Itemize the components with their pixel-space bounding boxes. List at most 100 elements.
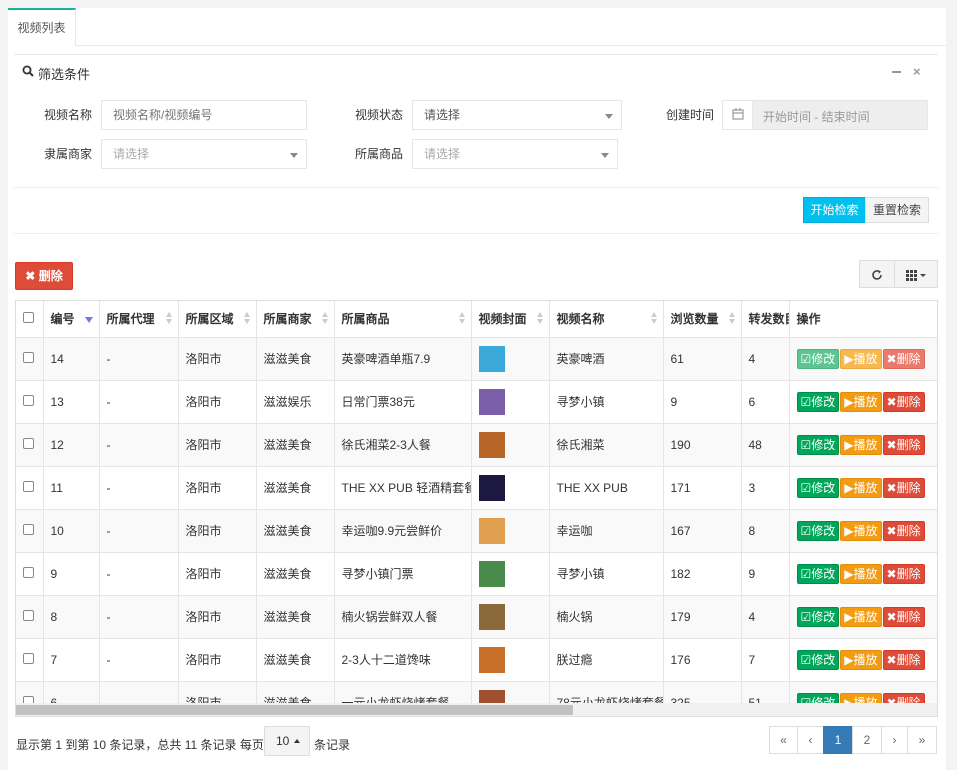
video-cover-image[interactable]	[478, 517, 505, 544]
col-header-shares[interactable]: 转发数目	[741, 301, 790, 338]
delete-button[interactable]: ✖删除	[882, 606, 925, 627]
col-header-id[interactable]: 编号	[43, 301, 100, 338]
created-time-placeholder: 开始时间 - 结束时间	[763, 110, 870, 124]
play-button[interactable]: ▶播放	[840, 520, 882, 541]
col-header-label: 视频封面	[478, 312, 527, 327]
status-select-value: 请选择	[424, 108, 461, 122]
divider	[14, 187, 938, 188]
row-checkbox[interactable]	[23, 437, 34, 449]
sort-icon	[458, 312, 465, 326]
page-first-button[interactable]: «	[769, 726, 798, 754]
refresh-button[interactable]	[859, 260, 895, 288]
edit-button[interactable]: ☑修改	[796, 520, 840, 541]
video-cover-image[interactable]	[478, 646, 505, 673]
row-checkbox[interactable]	[23, 609, 34, 621]
play-button[interactable]: ▶播放	[840, 477, 882, 498]
scrollbar-thumb[interactable]	[16, 705, 573, 715]
cell-shares: 4	[741, 337, 790, 381]
edit-icon: ☑	[800, 437, 812, 452]
video-table: 编号 所属代理 所属区域 所属商家 所属商品 视频封面 视频名称 浏览数量 转发…	[15, 300, 938, 717]
row-checkbox[interactable]	[23, 566, 34, 578]
play-button[interactable]: ▶播放	[840, 649, 882, 670]
cell-agent: -	[99, 380, 179, 424]
delete-button[interactable]: ✖删除	[882, 348, 925, 369]
merchant-select[interactable]: 请选择	[101, 139, 307, 169]
col-header-product[interactable]: 所属商品	[334, 301, 472, 338]
search-button[interactable]: 开始检索	[803, 197, 866, 223]
edit-button[interactable]: ☑修改	[796, 606, 840, 627]
tab-video-list[interactable]: 视频列表	[8, 8, 76, 46]
close-icon[interactable]: ×	[913, 64, 921, 79]
page-button-2[interactable]: 2	[852, 726, 882, 754]
play-button[interactable]: ▶播放	[840, 434, 882, 455]
col-header-merchant[interactable]: 所属商家	[256, 301, 335, 338]
page-button-1[interactable]: 1	[823, 726, 853, 754]
merchant-select-value: 请选择	[113, 147, 150, 161]
col-header-cover[interactable]: 视频封面	[471, 301, 550, 338]
video-cover-image[interactable]	[478, 388, 505, 415]
video-cover-image[interactable]	[478, 603, 505, 630]
play-button[interactable]: ▶播放	[840, 391, 882, 412]
sort-desc-icon	[84, 317, 93, 323]
cell-id: 13	[43, 380, 100, 424]
video-name-input[interactable]	[101, 100, 307, 130]
edit-button[interactable]: ☑修改	[796, 563, 840, 584]
col-header-label: 编号	[50, 312, 75, 327]
select-all-checkbox[interactable]	[23, 311, 34, 323]
col-header-agent[interactable]: 所属代理	[99, 301, 179, 338]
cell-merchant: 滋滋美食	[256, 552, 335, 596]
close-icon: ✖	[886, 523, 897, 538]
edit-button[interactable]: ☑修改	[796, 348, 840, 369]
video-cover-image[interactable]	[478, 474, 505, 501]
row-checkbox[interactable]	[23, 652, 34, 664]
page-next-button[interactable]: ›	[881, 726, 908, 754]
row-checkbox[interactable]	[23, 480, 34, 492]
page-size-select[interactable]: 10	[264, 726, 310, 756]
row-checkbox[interactable]	[23, 351, 34, 363]
created-time-range[interactable]: 开始时间 - 结束时间	[722, 100, 928, 130]
cell-agent: -	[99, 595, 179, 639]
page-prev-button[interactable]: ‹	[797, 726, 824, 754]
close-icon: ✖	[886, 480, 897, 495]
col-header-views[interactable]: 浏览数量	[663, 301, 742, 338]
play-label: 播放	[853, 394, 878, 409]
delete-button[interactable]: ✖删除	[882, 520, 925, 541]
reset-button[interactable]: 重置检索	[865, 197, 929, 223]
cell-views: 190	[663, 423, 742, 467]
edit-button[interactable]: ☑修改	[796, 649, 840, 670]
video-cover-image[interactable]	[478, 560, 505, 587]
horizontal-scrollbar[interactable]	[16, 703, 937, 716]
delete-button[interactable]: ✖删除	[882, 563, 925, 584]
minimize-icon[interactable]	[892, 71, 901, 73]
status-select[interactable]: 请选择	[412, 100, 622, 130]
play-button[interactable]: ▶播放	[840, 563, 882, 584]
close-icon: ✖	[886, 394, 897, 409]
delete-button[interactable]: ✖删除	[882, 477, 925, 498]
col-header-name[interactable]: 视频名称	[549, 301, 664, 338]
cell-product: 幸运咖9.9元尝鲜价	[334, 509, 472, 553]
col-header-region[interactable]: 所属区域	[178, 301, 257, 338]
video-cover-image[interactable]	[478, 345, 505, 372]
play-icon: ▶	[844, 566, 854, 581]
delete-button[interactable]: ✖删除	[882, 391, 925, 412]
columns-toggle-button[interactable]	[894, 260, 938, 288]
row-checkbox[interactable]	[23, 394, 34, 406]
video-cover-image[interactable]	[478, 431, 505, 458]
col-header-label: 所属商家	[263, 312, 312, 327]
row-checkbox[interactable]	[23, 523, 34, 535]
edit-button[interactable]: ☑修改	[796, 391, 840, 412]
cell-agent: -	[99, 337, 179, 381]
edit-icon: ☑	[800, 394, 812, 409]
page-last-button[interactable]: »	[907, 726, 937, 754]
close-icon: ✖	[886, 437, 897, 452]
delete-button[interactable]: ✖删除	[882, 649, 925, 670]
edit-button[interactable]: ☑修改	[796, 477, 840, 498]
delete-button[interactable]: ✖删除	[882, 434, 925, 455]
product-select[interactable]: 请选择	[412, 139, 618, 169]
table-row: 9- 洛阳市 滋滋美食 寻梦小镇门票 寻梦小镇 182 9 ☑修改 ▶播放 ✖删除	[16, 552, 937, 596]
play-button[interactable]: ▶播放	[840, 348, 882, 369]
edit-button[interactable]: ☑修改	[796, 434, 840, 455]
cell-shares: 8	[741, 509, 790, 553]
play-button[interactable]: ▶播放	[840, 606, 882, 627]
bulk-delete-button[interactable]: ✖ 删除	[15, 262, 73, 290]
